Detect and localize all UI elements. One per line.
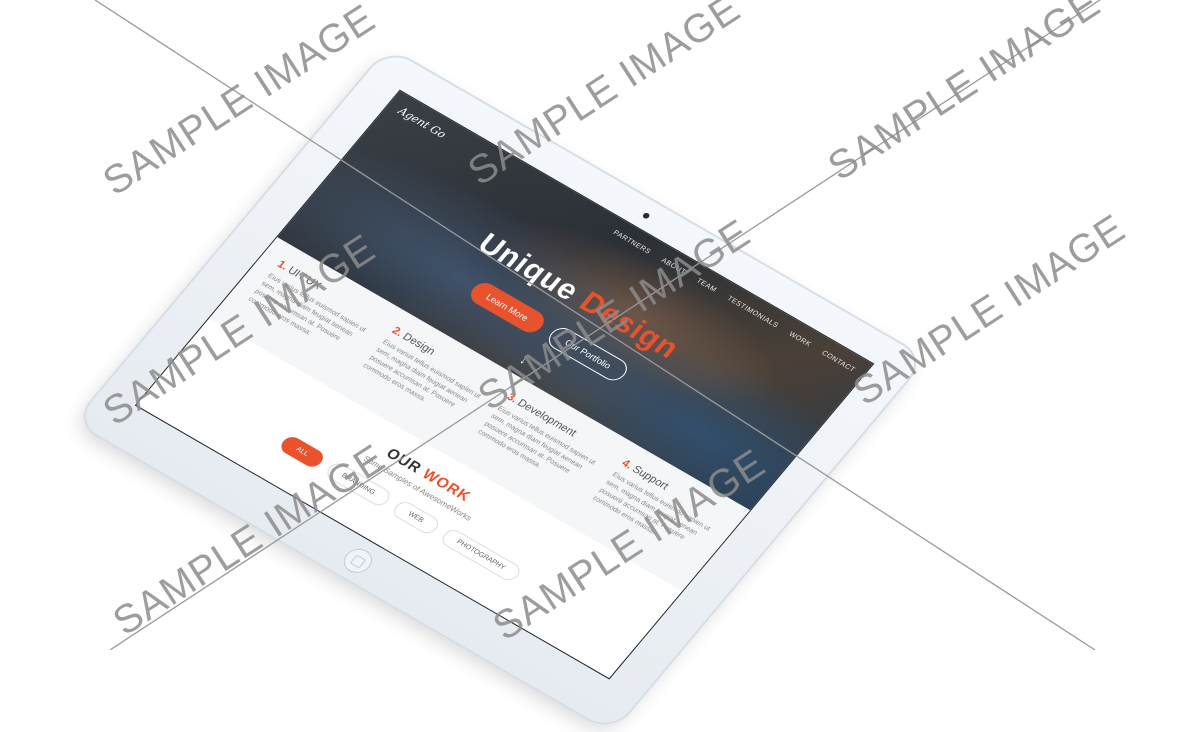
nav-item-testimonials[interactable]: Testimonials — [725, 295, 779, 329]
home-button[interactable] — [338, 544, 378, 578]
site-logo[interactable]: Agent Go — [395, 105, 448, 141]
arrow-down-icon[interactable]: ↓ — [517, 353, 531, 367]
nav-item-about[interactable]: About — [660, 257, 688, 276]
watermark-text: SAMPLE IMAGE — [820, 0, 1109, 190]
nav-item-team[interactable]: Team — [695, 278, 718, 294]
camera-icon — [641, 211, 651, 220]
nav-item-contact[interactable]: Contact — [820, 350, 856, 374]
filter-photography[interactable]: Photography — [438, 526, 524, 584]
filter-web[interactable]: Web — [389, 498, 442, 537]
tablet-device: Agent Go Partners About Team Testimonial… — [74, 48, 926, 732]
tablet-screen: Agent Go Partners About Team Testimonial… — [134, 89, 875, 680]
nav-item-work[interactable]: Work — [787, 331, 812, 348]
nav-item-partners[interactable]: Partners — [611, 230, 651, 256]
filter-all[interactable]: All — [277, 433, 327, 470]
